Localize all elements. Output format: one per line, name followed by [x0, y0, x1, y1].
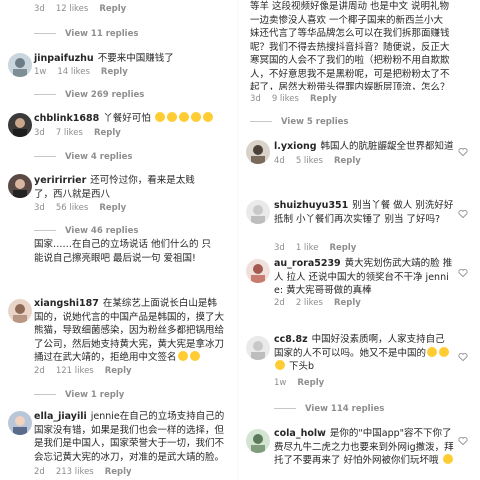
reply-button[interactable]: Reply — [334, 298, 361, 308]
view-replies-button[interactable]: View 269 replies — [34, 90, 144, 100]
username[interactable]: xiangshi187 — [34, 298, 99, 309]
comment-text: jinpaifuzhu 不要来中国赚钱了 — [34, 53, 174, 64]
reply-button[interactable]: Reply — [99, 203, 126, 213]
comment-text: au_rora5239 黄大宪划伤武大靖的脸 推人 拉人 还说中国大的领奖台不干净… — [274, 258, 453, 296]
view-replies-button[interactable]: View 5 replies — [250, 117, 349, 127]
avatar[interactable] — [246, 429, 270, 453]
like-heart-icon[interactable] — [458, 352, 468, 362]
emoji-icon — [275, 360, 285, 370]
comment-text: cc8.8z 中国好没素质啊，人家支持自己国家的人不可以吗。她又不是中国的 下头b — [274, 333, 454, 374]
comment-text: chblink1688 丫餐好可怕 — [34, 112, 224, 126]
like-heart-icon[interactable] — [458, 436, 468, 446]
reply-button[interactable]: Reply — [330, 243, 357, 253]
username[interactable]: l.yxiong — [274, 141, 317, 152]
like-heart-icon[interactable] — [458, 209, 468, 219]
reply-button[interactable]: Reply — [105, 366, 132, 376]
comment-text: shuizhuyu351 别当丫餐 做人 别洗好好抵制 小丫餐们再次实锤了 别当 … — [274, 200, 454, 225]
comment-meta: 3d 56 likes Reply — [34, 203, 127, 213]
username[interactable]: ella_jiayili — [34, 411, 87, 422]
view-replies-button[interactable]: View 11 replies — [34, 29, 138, 39]
column-divider — [237, 0, 239, 480]
comment-meta: 2d 213 likes Reply — [34, 467, 132, 477]
comments-column-left: 3d 12 likes Reply View 11 replies jinpaifu… — [0, 0, 236, 480]
emoji-icon — [166, 112, 177, 122]
comment-meta: 2d 121 likes Reply — [34, 366, 132, 376]
username[interactable]: au_rora5239 — [274, 258, 341, 269]
view-replies-button[interactable]: View 4 replies — [34, 152, 133, 162]
username[interactable]: shuizhuyu351 — [274, 200, 348, 211]
comment-text: xiangshi187 在某综艺上面说长白山是韩国的，说她代言的中国产品是韩国的，… — [34, 298, 225, 363]
username[interactable]: cola_holw — [274, 428, 326, 439]
comment-text: ella_jiayili jennie在自己的立场支持自己的国家没有错，如果是我们… — [34, 411, 225, 463]
emoji-icon — [427, 346, 438, 357]
comment-text: 国家……在自己的立场说话 他们什么的 只能说自己擦亮眼吧 最后说一句 爱祖国! — [34, 239, 212, 264]
like-heart-icon[interactable] — [458, 147, 468, 157]
comment-meta: 3d 1 like Reply — [274, 243, 357, 253]
username[interactable]: jinpaifuzhu — [34, 53, 94, 64]
emoji-icon — [202, 112, 213, 122]
comment-meta: 1w 14 likes Reply — [34, 67, 128, 77]
comments-column-right: 等羊 这段视频好像是讲周动 也是中文 说明礼物一边卖惨没人喜欢 一个椰子国来的新… — [240, 0, 480, 480]
like-heart-icon[interactable] — [458, 268, 468, 278]
avatar[interactable] — [246, 259, 270, 283]
avatar[interactable] — [8, 113, 32, 137]
reply-button[interactable]: Reply — [310, 94, 337, 104]
view-replies-button[interactable]: View 114 replies — [274, 404, 384, 414]
view-replies-button[interactable]: View 1 reply — [34, 390, 124, 400]
reply-button[interactable]: Reply — [105, 467, 132, 477]
avatar[interactable] — [8, 411, 32, 435]
username[interactable]: cc8.8z — [274, 334, 308, 345]
emoji-icon — [442, 454, 453, 464]
avatar[interactable] — [8, 53, 32, 77]
reply-button[interactable]: Reply — [99, 4, 126, 14]
comment-meta: 3d 9 likes Reply — [250, 94, 337, 104]
username[interactable]: yeririrrier — [34, 175, 86, 186]
avatar[interactable] — [246, 200, 270, 224]
comment-meta: 4d 5 likes Reply — [274, 156, 361, 166]
reply-button[interactable]: Reply — [101, 67, 128, 77]
comment-meta: 3d 7 likes Reply — [34, 128, 121, 138]
username[interactable]: chblink1688 — [34, 113, 99, 124]
emoji-icon — [154, 112, 165, 122]
comment-text: 等羊 这段视频好像是讲周动 也是中文 说明礼物一边卖惨没人喜欢 一个椰子国来的新… — [250, 1, 450, 90]
comment-text: l.yxiong 韩国人的肮脏龌龊全世界都知道 — [274, 141, 454, 152]
view-replies-button[interactable]: View 46 replies — [34, 226, 138, 236]
avatar[interactable] — [8, 174, 32, 198]
emoji-icon — [189, 351, 200, 361]
comment-meta: 1w Reply — [274, 378, 325, 388]
avatar[interactable] — [8, 299, 32, 323]
comment-meta: 2d 2 likes Reply — [274, 298, 361, 308]
emoji-icon — [178, 112, 189, 122]
emoji-icon — [177, 351, 188, 361]
avatar[interactable] — [246, 140, 270, 164]
reply-button[interactable]: Reply — [94, 128, 121, 138]
avatar[interactable] — [246, 336, 270, 360]
comment-text: yeririrrier 还可怜过你，看来是太贱了，西八就是西八 — [34, 175, 195, 200]
reply-button[interactable]: Reply — [334, 156, 361, 166]
comment-meta: 3d 12 likes Reply — [34, 4, 127, 14]
emoji-icon — [190, 112, 201, 122]
emoji-icon — [439, 346, 450, 357]
reply-button[interactable]: Reply — [297, 378, 324, 388]
comment-text: cola_holw 是你的"中国app"容不下你了 费尽九牛二虎之力也要来到外网i… — [274, 428, 455, 466]
